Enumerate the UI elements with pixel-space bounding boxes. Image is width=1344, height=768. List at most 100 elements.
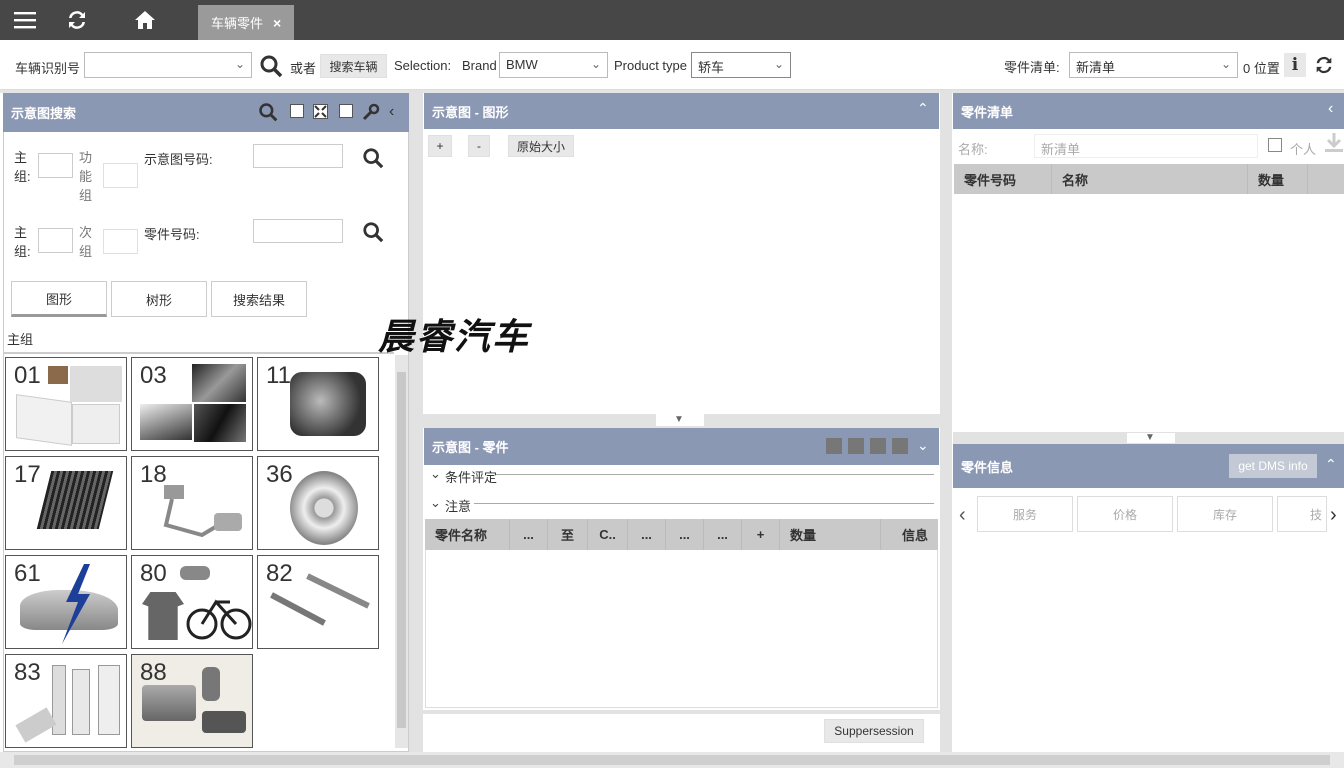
search-icon[interactable] (362, 221, 384, 246)
tile-number: 82 (266, 560, 293, 587)
parts-list-select[interactable]: 新清单 ⌄ (1069, 52, 1238, 78)
group-tile[interactable]: 82 (257, 555, 379, 649)
product-type-value: 轿车 (698, 60, 725, 75)
checkbox-icon[interactable] (290, 104, 304, 118)
group-tile[interactable]: 18 (131, 456, 253, 550)
search-icon[interactable] (258, 102, 278, 125)
scroll-left-icon[interactable]: ‹ (959, 504, 966, 527)
chevron-down-icon[interactable]: ⌄ (917, 437, 929, 454)
view-tab-graphic[interactable]: 图形 (11, 281, 107, 317)
main-group-input[interactable] (38, 153, 73, 178)
search-vehicle-button[interactable]: 搜索车辆 (320, 54, 387, 78)
group-tile[interactable]: 88 (131, 654, 253, 748)
get-dms-info-button[interactable]: get DMS info (1229, 454, 1317, 478)
chevron-down-icon: ⌄ (590, 57, 601, 71)
sub-group-input[interactable] (103, 229, 138, 254)
splitter-left[interactable] (409, 90, 423, 752)
tab-vehicle-parts[interactable]: 车辆零件 × (198, 5, 294, 40)
collapse-left-icon[interactable]: ‹ (389, 103, 394, 121)
next-page-icon[interactable] (870, 438, 886, 454)
col-c[interactable]: C.. (588, 519, 628, 550)
last-page-icon[interactable] (892, 438, 908, 454)
product-type-select[interactable]: 轿车 ⌄ (691, 52, 791, 78)
col-quantity[interactable]: 数量 (1248, 164, 1308, 194)
diagram-parts-table-body (425, 550, 938, 708)
group-tile[interactable]: 17 (5, 456, 127, 550)
col-ellipsis[interactable]: ... (510, 519, 548, 550)
col-ellipsis[interactable]: ... (666, 519, 704, 550)
zoom-out-button[interactable]: - (468, 135, 490, 157)
menu-icon[interactable] (11, 6, 39, 34)
collapse-up-icon[interactable]: ⌃ (917, 100, 929, 117)
tile-number: 01 (14, 362, 41, 389)
diagram-search-title: 示意图搜索 (11, 106, 77, 121)
brand-select[interactable]: BMW ⌄ (499, 52, 608, 78)
list-name-input[interactable]: 新清单 (1034, 134, 1258, 158)
col-part-number[interactable]: 零件号码 (954, 164, 1052, 194)
col-ellipsis[interactable]: ... (704, 519, 742, 550)
col-plus[interactable]: + (742, 519, 780, 550)
part-number-input[interactable] (253, 219, 343, 243)
collapse-left-icon[interactable]: ‹ (1328, 100, 1333, 118)
manual-image (48, 366, 68, 384)
tile-number: 03 (140, 362, 167, 389)
col-info[interactable]: 信息 (881, 519, 938, 550)
scrollbar-thumb[interactable] (397, 372, 406, 728)
wrench-icon[interactable] (362, 103, 380, 124)
notes-section[interactable]: 注意 (445, 496, 471, 515)
roof-rack-image (270, 592, 326, 626)
condition-section[interactable]: 条件评定 (445, 467, 497, 486)
search-icon[interactable] (362, 147, 384, 172)
zoom-in-button[interactable]: + (428, 135, 452, 157)
group-heading: 主组 (7, 332, 34, 347)
vin-select[interactable]: ⌄ (84, 52, 252, 78)
download-icon[interactable] (1324, 132, 1344, 157)
group-tile[interactable]: 36 (257, 456, 379, 550)
group-tile[interactable]: 61 (5, 555, 127, 649)
main-group-input-2[interactable] (38, 228, 73, 253)
first-page-icon[interactable] (826, 438, 842, 454)
tab-price[interactable]: 价格 (1077, 496, 1173, 532)
bottom-scrollbar-thumb[interactable] (14, 755, 1330, 765)
group-tile[interactable]: 01 (5, 357, 127, 451)
view-tab-tree[interactable]: 树形 (111, 281, 207, 317)
refresh-list-icon[interactable] (1313, 54, 1335, 79)
tab-service[interactable]: 服务 (977, 496, 1073, 532)
group-tile[interactable]: 11 (257, 357, 379, 451)
tile-number: 61 (14, 560, 41, 587)
view-tab-search-results[interactable]: 搜索结果 (211, 281, 307, 317)
refresh-icon[interactable] (63, 6, 91, 34)
col-to[interactable]: 至 (548, 519, 588, 550)
expand-icon[interactable] (313, 104, 328, 119)
spray-bottle-image (72, 669, 90, 735)
tab-stock[interactable]: 库存 (1177, 496, 1273, 532)
col-part-name[interactable]: 零件名称 (425, 519, 510, 550)
col-quantity[interactable]: 数量 (780, 519, 881, 550)
original-size-button[interactable]: 原始大小 (508, 135, 574, 157)
personal-checkbox[interactable] (1268, 138, 1282, 152)
col-ellipsis[interactable]: ... (628, 519, 666, 550)
search-icon[interactable] (259, 54, 283, 81)
checkbox-icon[interactable] (339, 104, 353, 118)
function-group-input[interactable] (103, 163, 138, 188)
tab-close-icon[interactable]: × (273, 15, 281, 31)
main-group-label: 主组: (14, 150, 31, 184)
group-tile[interactable]: 03 (131, 357, 253, 451)
group-tile[interactable]: 80 (131, 555, 253, 649)
part-number-label: 零件号码: (144, 227, 200, 242)
radiator-image (36, 471, 114, 529)
main-group-label: 主组: (14, 225, 31, 259)
condition-section-chevron-icon[interactable]: ⌄ (430, 466, 441, 482)
group-tile[interactable]: 83 (5, 654, 127, 748)
notes-section-chevron-icon[interactable]: ⌄ (430, 495, 441, 511)
suppersession-button[interactable]: Suppersession (824, 719, 924, 743)
collapse-up-icon[interactable]: ⌃ (1325, 456, 1337, 473)
tab-tech[interactable]: 技 (1277, 496, 1327, 532)
splitter-right[interactable] (940, 90, 952, 752)
info-icon[interactable]: i (1284, 53, 1306, 77)
scroll-right-icon[interactable]: › (1330, 504, 1337, 527)
home-icon[interactable] (131, 6, 159, 34)
prev-page-icon[interactable] (848, 438, 864, 454)
diagram-number-input[interactable] (253, 144, 343, 168)
col-name[interactable]: 名称 (1052, 164, 1248, 194)
